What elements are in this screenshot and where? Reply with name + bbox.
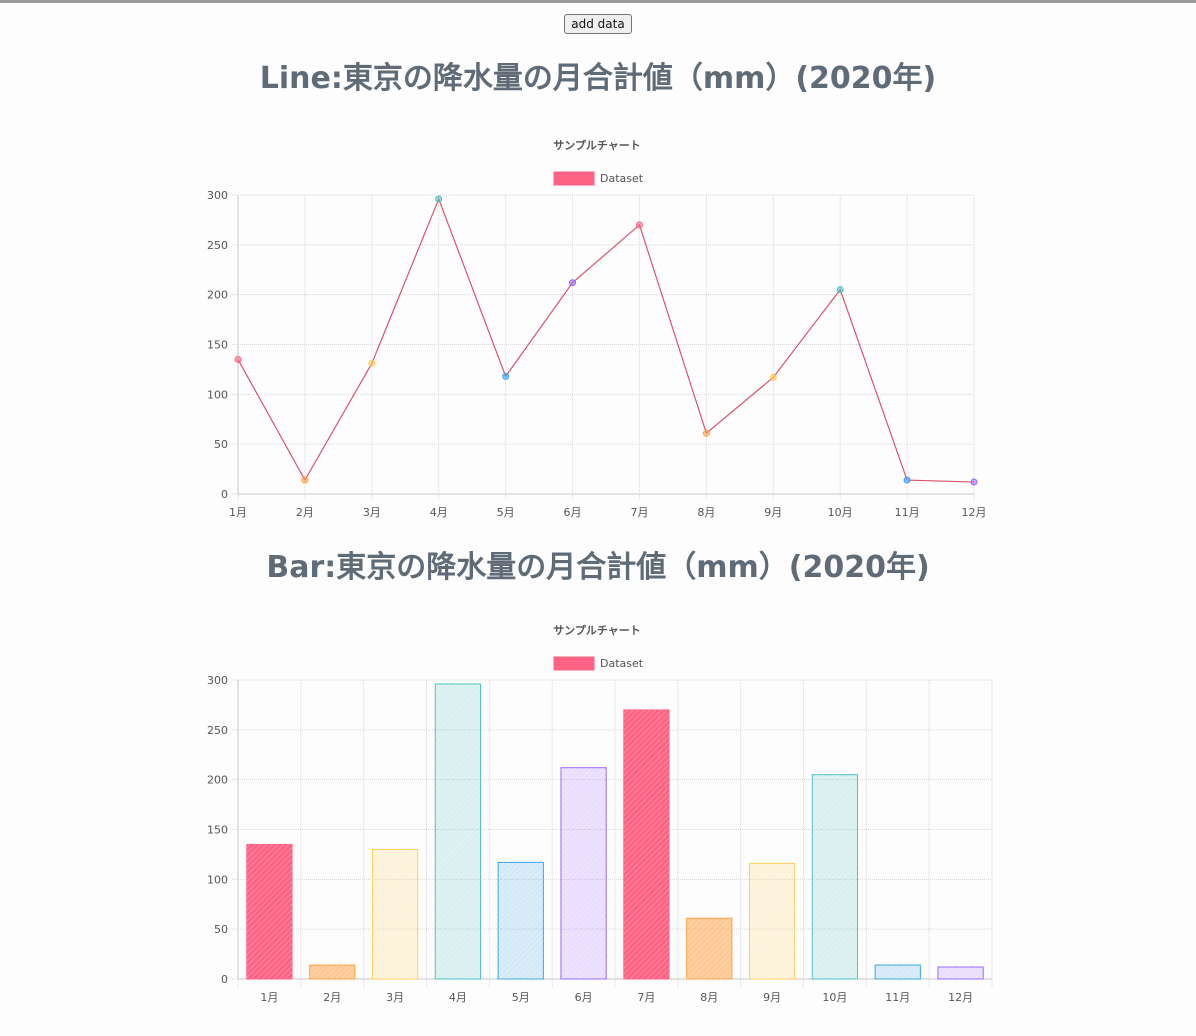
x-tick-label: 9月 xyxy=(763,991,781,1004)
x-tick-label: 3月 xyxy=(363,506,381,519)
bar-hatch xyxy=(623,709,670,979)
line-chart: サンプルチャート Dataset 0 50 100 150 200 250 300 1月 2月… xyxy=(207,138,987,519)
series-line xyxy=(237,197,975,483)
bar[interactable] xyxy=(623,709,670,980)
bar[interactable] xyxy=(686,917,733,980)
bar[interactable] xyxy=(937,966,984,980)
x-tick-label: 5月 xyxy=(512,991,530,1004)
chart-legend[interactable]: Dataset xyxy=(553,656,644,671)
data-point[interactable] xyxy=(569,279,577,287)
y-tick-label: 150 xyxy=(207,824,228,837)
legend-label: Dataset xyxy=(600,172,644,185)
x-tick-label: 6月 xyxy=(575,991,593,1004)
x-tick-label: 8月 xyxy=(697,506,715,519)
data-point[interactable] xyxy=(903,476,911,484)
data-point[interactable] xyxy=(702,429,710,437)
y-tick-label: 250 xyxy=(207,239,228,252)
bar[interactable] xyxy=(874,964,921,980)
bar-hatch xyxy=(560,767,607,979)
y-tick-label: 50 xyxy=(214,923,228,936)
y-tick-label: 0 xyxy=(221,488,228,501)
x-tick-label: 9月 xyxy=(764,506,782,519)
bar-hatch xyxy=(246,844,293,979)
y-tick-label: 100 xyxy=(207,388,228,401)
line-chart-heading: Line:東京の降水量の月合計値（mm）(2020年) xyxy=(259,61,937,96)
data-point[interactable] xyxy=(234,355,242,363)
y-tick-label: 200 xyxy=(207,774,228,787)
x-tick-label: 2月 xyxy=(323,991,341,1004)
data-point[interactable] xyxy=(435,195,443,203)
chart-legend[interactable]: Dataset xyxy=(553,171,644,186)
bar[interactable] xyxy=(811,774,859,980)
bar-hatch xyxy=(498,862,544,979)
x-tick-label: 11月 xyxy=(895,506,920,519)
bar[interactable] xyxy=(497,861,544,980)
y-tick-label: 250 xyxy=(207,724,228,737)
data-point[interactable] xyxy=(836,286,844,294)
y-tick-label: 300 xyxy=(207,189,228,202)
bar-hatch xyxy=(686,918,732,979)
x-tick-label: 6月 xyxy=(564,506,582,519)
x-tick-label: 2月 xyxy=(296,506,314,519)
data-point[interactable] xyxy=(970,478,978,486)
legend-swatch xyxy=(553,656,595,671)
x-tick-label: 5月 xyxy=(497,506,515,519)
data-point[interactable] xyxy=(635,221,643,229)
x-tick-label: 11月 xyxy=(885,991,910,1004)
legend-swatch xyxy=(553,171,595,186)
x-tick-label: 7月 xyxy=(637,991,655,1004)
bar-hatch xyxy=(812,774,858,979)
bar-hatch xyxy=(435,683,481,979)
bar-hatch xyxy=(875,965,921,979)
y-tick-label: 300 xyxy=(207,674,228,687)
data-point[interactable] xyxy=(301,476,309,484)
bar[interactable] xyxy=(748,862,796,980)
bar[interactable] xyxy=(371,848,419,980)
bar[interactable] xyxy=(246,843,293,980)
y-tick-label: 100 xyxy=(207,873,228,886)
bar[interactable] xyxy=(560,767,607,980)
bar[interactable] xyxy=(434,683,482,980)
legend-label: Dataset xyxy=(600,657,644,670)
x-tick-label: 1月 xyxy=(260,991,278,1004)
y-tick-label: 150 xyxy=(207,339,228,352)
data-point[interactable] xyxy=(368,359,376,367)
x-tick-label: 7月 xyxy=(630,506,648,519)
x-tick-label: 4月 xyxy=(449,991,467,1004)
bar-hatch xyxy=(372,849,418,979)
x-tick-label: 12月 xyxy=(962,506,987,519)
bar-chart: サンプルチャート Dataset 0 50 100 150 200 250 300 1月 2月… xyxy=(207,623,993,1004)
x-tick-label: 10月 xyxy=(828,506,853,519)
bar[interactable] xyxy=(309,964,356,980)
x-tick-label: 8月 xyxy=(700,991,718,1004)
bar-hatch xyxy=(937,967,984,979)
chart-title: サンプルチャート xyxy=(553,138,641,152)
bar-hatch xyxy=(309,965,355,979)
y-tick-label: 50 xyxy=(214,438,228,451)
x-tick-label: 3月 xyxy=(386,991,404,1004)
toolbar: add data xyxy=(0,3,1196,37)
y-tick-label: 200 xyxy=(207,289,228,302)
x-tick-label: 1月 xyxy=(229,506,247,519)
y-tick-label: 0 xyxy=(221,973,228,986)
add-data-button[interactable]: add data xyxy=(564,14,632,34)
bar-hatch xyxy=(749,863,795,979)
chart-title: サンプルチャート xyxy=(553,623,641,637)
data-point[interactable] xyxy=(769,373,777,381)
x-tick-label: 12月 xyxy=(948,991,973,1004)
data-point[interactable] xyxy=(502,372,510,380)
bar-chart-heading: Bar:東京の降水量の月合計値（mm）(2020年) xyxy=(266,550,930,585)
x-tick-label: 10月 xyxy=(822,991,847,1004)
x-tick-label: 4月 xyxy=(430,506,448,519)
